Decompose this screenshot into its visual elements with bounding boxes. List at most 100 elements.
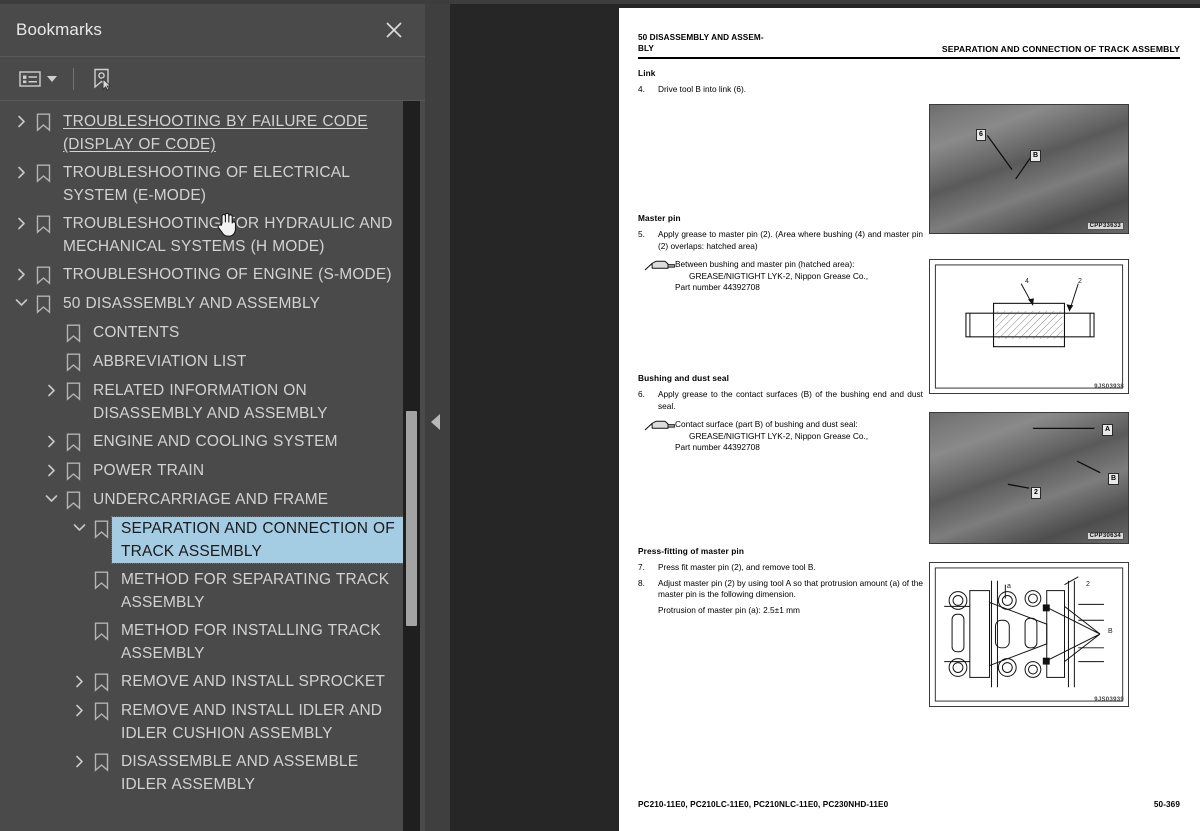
bookmark-icon (90, 670, 112, 692)
chevron-right-icon[interactable] (10, 212, 32, 230)
step-text: Adjust master pin (2) by using tool A so… (658, 577, 923, 600)
section-title: Link (638, 68, 656, 78)
figure-cpp30634: A B 2 CPP30634 (929, 412, 1129, 544)
bookmark-item-label: UNDERCARRIAGE AND FRAME (93, 491, 329, 508)
grease-note-line-3: Part number 44392708 (675, 442, 760, 453)
figure-9js03938: 4 2 9JS03938 (929, 259, 1129, 394)
figure-callout-label: B (1030, 150, 1042, 162)
bookmark-item-undercarriage-and-frame[interactable]: UNDERCARRIAGE AND FRAME (0, 486, 404, 515)
header-right-title: SEPARATION AND CONNECTION OF TRACK ASSEM… (941, 44, 1180, 54)
step-number: 5. (638, 229, 645, 239)
close-icon[interactable] (381, 17, 407, 43)
bookmark-icon (90, 750, 112, 772)
bookmark-item-troubleshooting-for-hydraulic-and-mechanic[interactable]: TROUBLESHOOTING FOR HYDRAULIC AND MECHAN… (0, 210, 404, 261)
bookmark-item-method-for-separating-track-assembly[interactable]: METHOD FOR SEPARATING TRACK ASSEMBLY (0, 566, 404, 617)
bookmark-icon (62, 321, 84, 343)
bookmark-item-label: METHOD FOR SEPARATING TRACK ASSEMBLY (121, 571, 390, 611)
grease-note-line-2: GREASE/NIGTIGHT LYK-2, Nippon Grease Co.… (689, 430, 869, 441)
section-press-fitting-of-master-pin: Press-fitting of master pin 7. Press fit m… (638, 546, 923, 616)
bookmark-item-troubleshooting-of-engine-s-mode[interactable]: TROUBLESHOOTING OF ENGINE (S-MODE) (0, 261, 404, 290)
chevron-down-icon (47, 75, 57, 82)
step-text: Press fit master pin (2), and remove too… (658, 562, 816, 572)
chevron-right-icon[interactable] (10, 110, 32, 128)
chevron-right-icon[interactable] (40, 379, 62, 397)
bookmark-item-remove-and-install-sprocket[interactable]: REMOVE AND INSTALL SPROCKET (0, 668, 404, 697)
figure-9js03939: a 2 B 9JS03939 (929, 562, 1129, 707)
chevron-down-icon[interactable] (10, 292, 32, 308)
bookmark-item-label: DISASSEMBLE AND ASSEMBLE IDLER ASSEMBLY (121, 753, 359, 793)
pdf-viewer-area: 50 DISASSEMBLY AND ASSEM- BLY SEPARATION … (450, 0, 1200, 831)
bookmark-item-remove-and-install-idler-and-idler-cushion[interactable]: REMOVE AND INSTALL IDLER AND IDLER CUSHI… (0, 697, 404, 748)
figure-drawing (930, 260, 1128, 393)
figure-callout-label: 2 (1031, 487, 1041, 499)
chevron-right-icon[interactable] (68, 750, 90, 768)
figure-callout-label: 4 (1025, 278, 1029, 285)
bookmark-item-label: TROUBLESHOOTING BY FAILURE CODE (DISPLAY… (63, 113, 368, 153)
collapse-panel-arrow-icon[interactable] (431, 414, 440, 430)
figure-callout-label: a (1007, 583, 1011, 590)
bookmark-item-label: RELATED INFORMATION ON DISASSEMBLY AND A… (93, 382, 328, 422)
bookmarks-toolbar (0, 57, 425, 101)
bookmark-item-separation-and-connection-of-track-assembl[interactable]: SEPARATION AND CONNECTION OF TRACK ASSEM… (0, 515, 404, 566)
bookmark-icon (62, 488, 84, 510)
figure-id-tag: 9JS03939 (1094, 697, 1124, 703)
bookmark-item-method-for-installing-track-assembly[interactable]: METHOD FOR INSTALLING TRACK ASSEMBLY (0, 617, 404, 668)
panel-splitter[interactable] (425, 0, 450, 831)
bookmark-icon (62, 379, 84, 401)
bookmark-icon (32, 263, 54, 285)
step-number: 8. (638, 577, 645, 588)
chevron-down-icon[interactable] (40, 488, 62, 504)
figure-id-tag: CPP33633 (1086, 222, 1124, 230)
grease-note-line-1: Contact surface (part B) of bushing and … (675, 419, 858, 430)
bookmark-item-troubleshooting-by-failure-code-display-of[interactable]: TROUBLESHOOTING BY FAILURE CODE (DISPLAY… (0, 108, 404, 159)
chevron-right-icon[interactable] (68, 670, 90, 688)
footer-page-number: 50-369 (1153, 800, 1180, 809)
header-rule (638, 57, 1180, 59)
chevron-right-icon[interactable] (40, 430, 62, 448)
bookmark-item-disassemble-and-assemble-idler-assembly[interactable]: DISASSEMBLE AND ASSEMBLE IDLER ASSEMBLY (0, 748, 404, 799)
page-footer: PC210-11E0, PC210LC-11E0, PC210NLC-11E0,… (638, 800, 1180, 809)
bookmark-item-abbreviation-list[interactable]: ABBREVIATION LIST (0, 348, 404, 377)
figure-content: a 2 B 9JS03939 (930, 563, 1128, 706)
bookmark-icon (62, 459, 84, 481)
bookmark-item-label: CONTENTS (93, 324, 180, 341)
figure-callout-label: B (1108, 628, 1113, 635)
scrollbar-thumb[interactable] (406, 411, 417, 626)
chevron-right-icon[interactable] (10, 263, 32, 281)
grease-note: Between bushing and master pin (hatched … (638, 259, 923, 294)
bookmark-item-troubleshooting-of-electrical-system-e-mod[interactable]: TROUBLESHOOTING OF ELECTRICAL SYSTEM (E-… (0, 159, 404, 210)
bookmark-item-label: TROUBLESHOOTING FOR HYDRAULIC AND MECHAN… (63, 215, 393, 255)
figure-id-tag: CPP30634 (1086, 532, 1124, 540)
figure-content: 4 2 9JS03938 (930, 260, 1128, 393)
bookmarks-panel: Bookmarks TROUBLESHOOTING BY FAILURE COD… (0, 0, 425, 831)
grease-note-text: Between bushing and master pin (hatched … (675, 259, 923, 294)
bookmark-icon (90, 517, 112, 539)
figure-id-tag: 9JS03938 (1094, 384, 1124, 390)
chevron-right-icon[interactable] (10, 161, 32, 179)
bookmark-icon (90, 699, 112, 721)
section-title: Bushing and dust seal (638, 373, 730, 383)
bookmark-item-label: TROUBLESHOOTING OF ENGINE (S-MODE) (63, 266, 392, 283)
bookmark-item-label: ABBREVIATION LIST (93, 353, 247, 370)
chevron-down-icon[interactable] (68, 517, 90, 533)
bookmark-item-label: REMOVE AND INSTALL IDLER AND IDLER CUSHI… (121, 702, 383, 742)
new-bookmark-pointer-icon[interactable] (87, 64, 117, 94)
footer-model-list: PC210-11E0, PC210LC-11E0, PC210NLC-11E0,… (638, 800, 889, 809)
bookmark-item-related-information-on-disassembly-and-ass[interactable]: RELATED INFORMATION ON DISASSEMBLY AND A… (0, 377, 404, 428)
bookmark-options-list-icon[interactable] (16, 64, 60, 94)
grease-note-text: Contact surface (part B) of bushing and … (675, 419, 923, 454)
bookmark-icon (32, 161, 54, 183)
chevron-right-icon[interactable] (40, 459, 62, 477)
bookmark-item-50-disassembly-and-assembly[interactable]: 50 DISASSEMBLY AND ASSEMBLY (0, 290, 404, 319)
bookmark-item-engine-and-cooling-system[interactable]: ENGINE AND COOLING SYSTEM (0, 428, 404, 457)
sidebar-vertical-scrollbar[interactable] (403, 101, 420, 831)
figure-content: A B 2 CPP30634 (930, 413, 1128, 543)
bookmark-item-power-train[interactable]: POWER TRAIN (0, 457, 404, 486)
bookmark-tree-container: TROUBLESHOOTING BY FAILURE CODE (DISPLAY… (0, 101, 425, 831)
chevron-right-icon[interactable] (68, 699, 90, 717)
procedure-step: 8. Adjust master pin (2) by using tool A … (638, 578, 923, 601)
bookmark-item-contents[interactable]: CONTENTS (0, 319, 404, 348)
bookmark-tree: TROUBLESHOOTING BY FAILURE CODE (DISPLAY… (0, 101, 404, 831)
figure-drawing (930, 563, 1128, 706)
step-text: Apply grease to master pin (2). (Area wh… (658, 229, 923, 251)
